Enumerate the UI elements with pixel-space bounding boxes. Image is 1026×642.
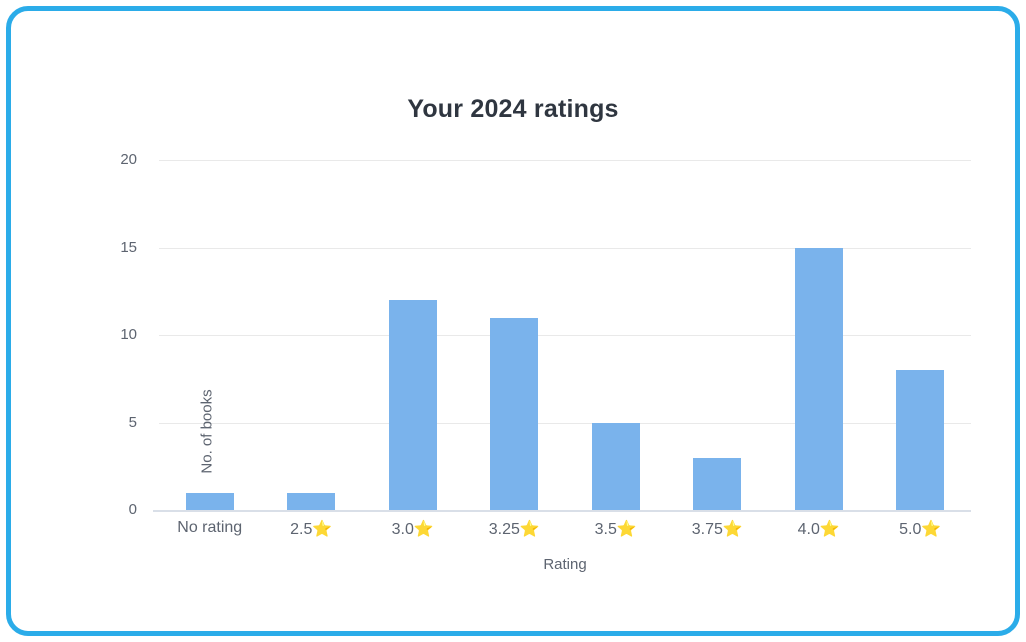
star-icon: ⭐ bbox=[722, 521, 743, 538]
x-axis-tick-label: 3.0⭐ bbox=[391, 521, 434, 538]
x-axis-tick-label: 4.0⭐ bbox=[797, 521, 840, 538]
bar[interactable] bbox=[490, 317, 539, 510]
x-axis-tick-label: 2.5⭐ bbox=[290, 521, 333, 538]
y-axis-tick-label: 10 bbox=[120, 326, 137, 343]
y-axis-title: No. of books bbox=[198, 389, 216, 474]
bar[interactable] bbox=[388, 300, 437, 510]
y-axis-tick-label: 0 bbox=[128, 501, 137, 518]
x-axis-title: Rating bbox=[543, 556, 587, 573]
bar[interactable] bbox=[794, 247, 843, 510]
bar-series bbox=[159, 160, 971, 510]
bar[interactable] bbox=[287, 492, 336, 510]
x-axis-tick-label: 3.5⭐ bbox=[594, 521, 637, 538]
star-icon: ⭐ bbox=[921, 521, 942, 538]
y-axis-tick-label: 15 bbox=[120, 238, 137, 256]
bar-slot bbox=[768, 160, 870, 510]
star-icon: ⭐ bbox=[519, 521, 540, 538]
bar-slot bbox=[362, 160, 464, 510]
star-icon: ⭐ bbox=[819, 521, 840, 538]
x-axis-tick-label: 3.75⭐ bbox=[691, 521, 743, 538]
bar[interactable] bbox=[693, 457, 742, 510]
bar[interactable] bbox=[896, 370, 945, 510]
y-axis-tick-label: 20 bbox=[120, 151, 137, 168]
star-icon: ⭐ bbox=[413, 521, 434, 538]
bar-slot bbox=[464, 160, 566, 510]
chart-title: Your 2024 ratings bbox=[407, 95, 619, 123]
x-axis-tick-labels: No rating 2.5⭐ 3.0⭐ 3.25⭐ 3.5⭐ 3.75⭐ 4.0⭐ 5.0⭐ bbox=[159, 519, 971, 547]
bar-slot bbox=[667, 160, 769, 510]
y-axis-tick-label: 5 bbox=[128, 413, 137, 431]
bar-slot bbox=[565, 160, 667, 510]
star-icon: ⭐ bbox=[312, 521, 333, 538]
chart-card: Your 2024 ratings 0 5 10 15 20 No. of books … bbox=[6, 6, 1020, 636]
bar[interactable] bbox=[591, 422, 640, 510]
bar-slot bbox=[870, 160, 972, 510]
plot-area: 0 5 10 15 20 No. of books bbox=[120, 151, 971, 518]
star-icon: ⭐ bbox=[616, 521, 637, 538]
bar-slot bbox=[261, 160, 363, 510]
x-axis-tick-label: 5.0⭐ bbox=[899, 521, 942, 538]
x-axis-tick-label: 3.25⭐ bbox=[488, 521, 540, 538]
x-axis-tick-label: No rating bbox=[177, 519, 243, 536]
axis-baseline bbox=[153, 510, 971, 512]
